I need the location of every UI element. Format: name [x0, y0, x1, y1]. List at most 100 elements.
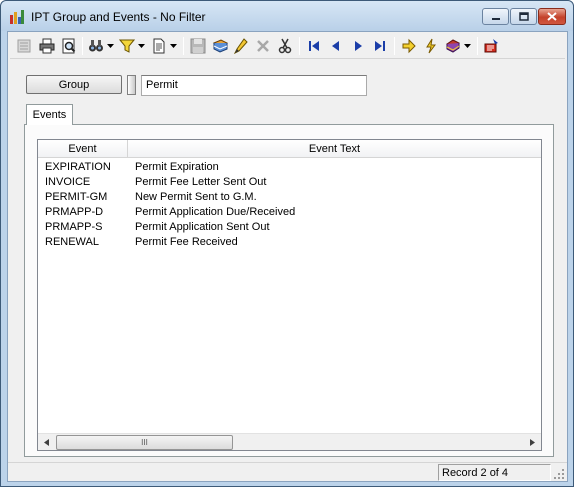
record-position-status: Record 2 of 4	[438, 464, 551, 481]
table-row[interactable]: INVOICE Permit Fee Letter Sent Out	[38, 174, 541, 189]
column-header-event-text[interactable]: Event Text	[128, 140, 541, 158]
search-dropdown-button[interactable]	[106, 36, 115, 56]
report-icon	[153, 38, 165, 54]
books-icon	[446, 39, 460, 53]
group-value-field[interactable]: Permit	[141, 75, 367, 96]
event-text-cell: Permit Application Sent Out	[135, 220, 270, 233]
chevron-left-icon	[44, 439, 49, 446]
status-bar: Record 2 of 4	[8, 462, 567, 481]
next-record-button[interactable]	[348, 36, 368, 56]
app-icon	[10, 10, 24, 24]
chevron-down-icon	[107, 44, 114, 48]
event-cell: INVOICE	[45, 175, 91, 188]
toolbar-separator	[477, 37, 478, 55]
filter-icon	[119, 39, 135, 53]
event-text-cell: Permit Fee Letter Sent Out	[135, 175, 267, 188]
save-button[interactable]	[188, 36, 208, 56]
previous-record-button[interactable]	[326, 36, 346, 56]
search-button[interactable]	[86, 36, 106, 56]
delete-icon	[257, 40, 269, 52]
filter-dropdown-button[interactable]	[137, 36, 146, 56]
previous-record-icon	[332, 41, 339, 51]
horizontal-scrollbar[interactable]: III	[38, 433, 541, 450]
event-text-cell: Permit Application Due/Received	[135, 205, 296, 218]
tab-events[interactable]: Events	[26, 104, 73, 125]
toolbar-separator	[183, 37, 184, 55]
minimize-button[interactable]	[482, 8, 509, 25]
title-bar[interactable]: IPT Group and Events - No Filter	[1, 1, 573, 31]
table-row[interactable]: PERMIT-GM New Permit Sent to G.M.	[38, 189, 541, 204]
save-icon	[190, 38, 206, 54]
events-tab-panel: Event Event Text EXPIRATION Permit Expir…	[24, 124, 554, 457]
print-preview-button[interactable]	[59, 36, 79, 56]
filter-button[interactable]	[117, 36, 137, 56]
first-record-button[interactable]	[304, 36, 324, 56]
print-button[interactable]	[37, 36, 57, 56]
last-record-button[interactable]	[370, 36, 390, 56]
go-button[interactable]	[399, 36, 419, 56]
chevron-down-icon	[170, 44, 177, 48]
print-preview-icon	[62, 38, 76, 54]
client-area: Group Permit Events Event Event Text EXP…	[7, 31, 568, 482]
chevron-down-icon	[138, 44, 145, 48]
chevron-right-icon	[530, 439, 535, 446]
first-record-icon	[309, 41, 319, 51]
edit-pencil-icon	[233, 38, 248, 54]
window-title: IPT Group and Events - No Filter	[31, 10, 206, 24]
events-grid: Event Event Text EXPIRATION Permit Expir…	[37, 139, 542, 451]
minimize-icon	[491, 17, 500, 20]
exit-button[interactable]	[482, 36, 502, 56]
event-cell: PRMAPP-S	[45, 220, 103, 233]
close-icon	[547, 12, 557, 21]
list-view-button[interactable]	[14, 36, 34, 56]
books-dropdown-button[interactable]	[463, 36, 472, 56]
delete-button[interactable]	[253, 36, 273, 56]
report-button[interactable]	[149, 36, 169, 56]
table-row[interactable]: PRMAPP-D Permit Application Due/Received	[38, 204, 541, 219]
exit-icon	[484, 39, 498, 53]
go-arrow-icon	[402, 38, 416, 54]
event-cell: EXPIRATION	[45, 160, 111, 173]
column-header-event[interactable]: Event	[38, 140, 128, 158]
scrollbar-thumb[interactable]: III	[56, 435, 233, 450]
table-row[interactable]: EXPIRATION Permit Expiration	[38, 159, 541, 174]
print-icon	[39, 38, 55, 54]
toolbar	[10, 33, 565, 59]
next-record-icon	[355, 41, 362, 51]
toolbar-separator	[82, 37, 83, 55]
grid-rows: EXPIRATION Permit Expiration INVOICE Per…	[38, 159, 541, 249]
chevron-down-icon	[464, 44, 471, 48]
books-button[interactable]	[443, 36, 463, 56]
event-text-cell: Permit Expiration	[135, 160, 219, 173]
notebook-icon	[212, 39, 228, 53]
event-text-cell: New Permit Sent to G.M.	[135, 190, 257, 203]
event-cell: PERMIT-GM	[45, 190, 108, 203]
table-row[interactable]: PRMAPP-S Permit Application Sent Out	[38, 219, 541, 234]
last-record-icon	[375, 41, 385, 51]
toolbar-separator	[394, 37, 395, 55]
close-button[interactable]	[538, 8, 566, 25]
search-binoculars-icon	[89, 40, 103, 52]
notebook-button[interactable]	[210, 36, 230, 56]
cut-icon	[278, 38, 292, 54]
report-dropdown-button[interactable]	[169, 36, 178, 56]
resize-grip-icon[interactable]	[553, 468, 565, 480]
main-window: IPT Group and Events - No Filter Group P…	[0, 0, 574, 487]
lightning-button[interactable]	[421, 36, 441, 56]
scroll-left-button[interactable]	[38, 434, 55, 451]
event-cell: PRMAPP-D	[45, 205, 104, 218]
maximize-button[interactable]	[510, 8, 537, 25]
scroll-right-button[interactable]	[524, 434, 541, 451]
lightning-icon	[426, 38, 436, 54]
event-cell: RENEWAL	[45, 235, 99, 248]
grid-header: Event Event Text	[38, 140, 541, 158]
table-row[interactable]: RENEWAL Permit Fee Received	[38, 234, 541, 249]
group-lookup-handle[interactable]	[127, 75, 136, 95]
group-button[interactable]: Group	[26, 75, 122, 94]
cut-button[interactable]	[275, 36, 295, 56]
event-text-cell: Permit Fee Received	[135, 235, 238, 248]
edit-button[interactable]	[231, 36, 251, 56]
toolbar-separator	[299, 37, 300, 55]
list-view-icon	[17, 39, 31, 53]
maximize-icon	[518, 12, 529, 21]
